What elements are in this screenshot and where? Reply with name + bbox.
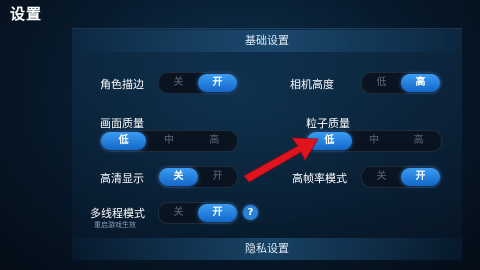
particle-quality-low[interactable]: 低 (307, 132, 352, 150)
graphics-quality-label: 画面质量 (100, 117, 144, 130)
particle-quality-toggle[interactable]: 低 中 高 (306, 130, 442, 152)
particle-quality-label: 粒子质量 (306, 117, 350, 130)
graphics-quality-low[interactable]: 低 (101, 132, 147, 150)
multithread-off[interactable]: 关 (159, 204, 198, 222)
section-header-privacy: 隐私设置 (72, 238, 462, 260)
graphics-quality-high[interactable]: 高 (192, 132, 237, 150)
hd-display-toggle[interactable]: 关 开 (158, 166, 238, 188)
graphics-quality-mid[interactable]: 中 (146, 132, 191, 150)
role-outline-toggle[interactable]: 关 开 (158, 72, 238, 94)
graphics-quality-toggle[interactable]: 低 中 高 (100, 130, 238, 152)
multithread-on[interactable]: 开 (198, 204, 237, 222)
camera-height-label: 相机高度 (290, 78, 334, 91)
multithread-label: 多线程模式 (90, 207, 145, 220)
multithread-toggle[interactable]: 关 开 (158, 202, 238, 224)
role-outline-label: 角色描边 (100, 78, 144, 91)
page-title: 设置 (10, 5, 43, 23)
section-header-basic: 基础设置 (72, 30, 462, 52)
hd-display-on[interactable]: 开 (198, 168, 237, 186)
role-outline-off[interactable]: 关 (159, 74, 198, 92)
high-fps-toggle[interactable]: 关 开 (361, 166, 441, 188)
high-fps-on[interactable]: 开 (401, 168, 440, 186)
role-outline-on[interactable]: 开 (198, 74, 237, 92)
high-fps-label: 高帧率模式 (292, 172, 347, 185)
camera-height-toggle[interactable]: 低 高 (361, 72, 441, 94)
hd-display-label: 高清显示 (100, 172, 144, 185)
high-fps-off[interactable]: 关 (362, 168, 401, 186)
particle-quality-mid[interactable]: 中 (352, 132, 397, 150)
help-question-icon[interactable]: ? (243, 205, 258, 220)
multithread-sublabel: 重启游戏生效 (94, 221, 136, 229)
camera-height-high[interactable]: 高 (401, 74, 440, 92)
particle-quality-high[interactable]: 高 (396, 132, 441, 150)
hd-display-off[interactable]: 关 (159, 168, 198, 186)
camera-height-low[interactable]: 低 (362, 74, 401, 92)
